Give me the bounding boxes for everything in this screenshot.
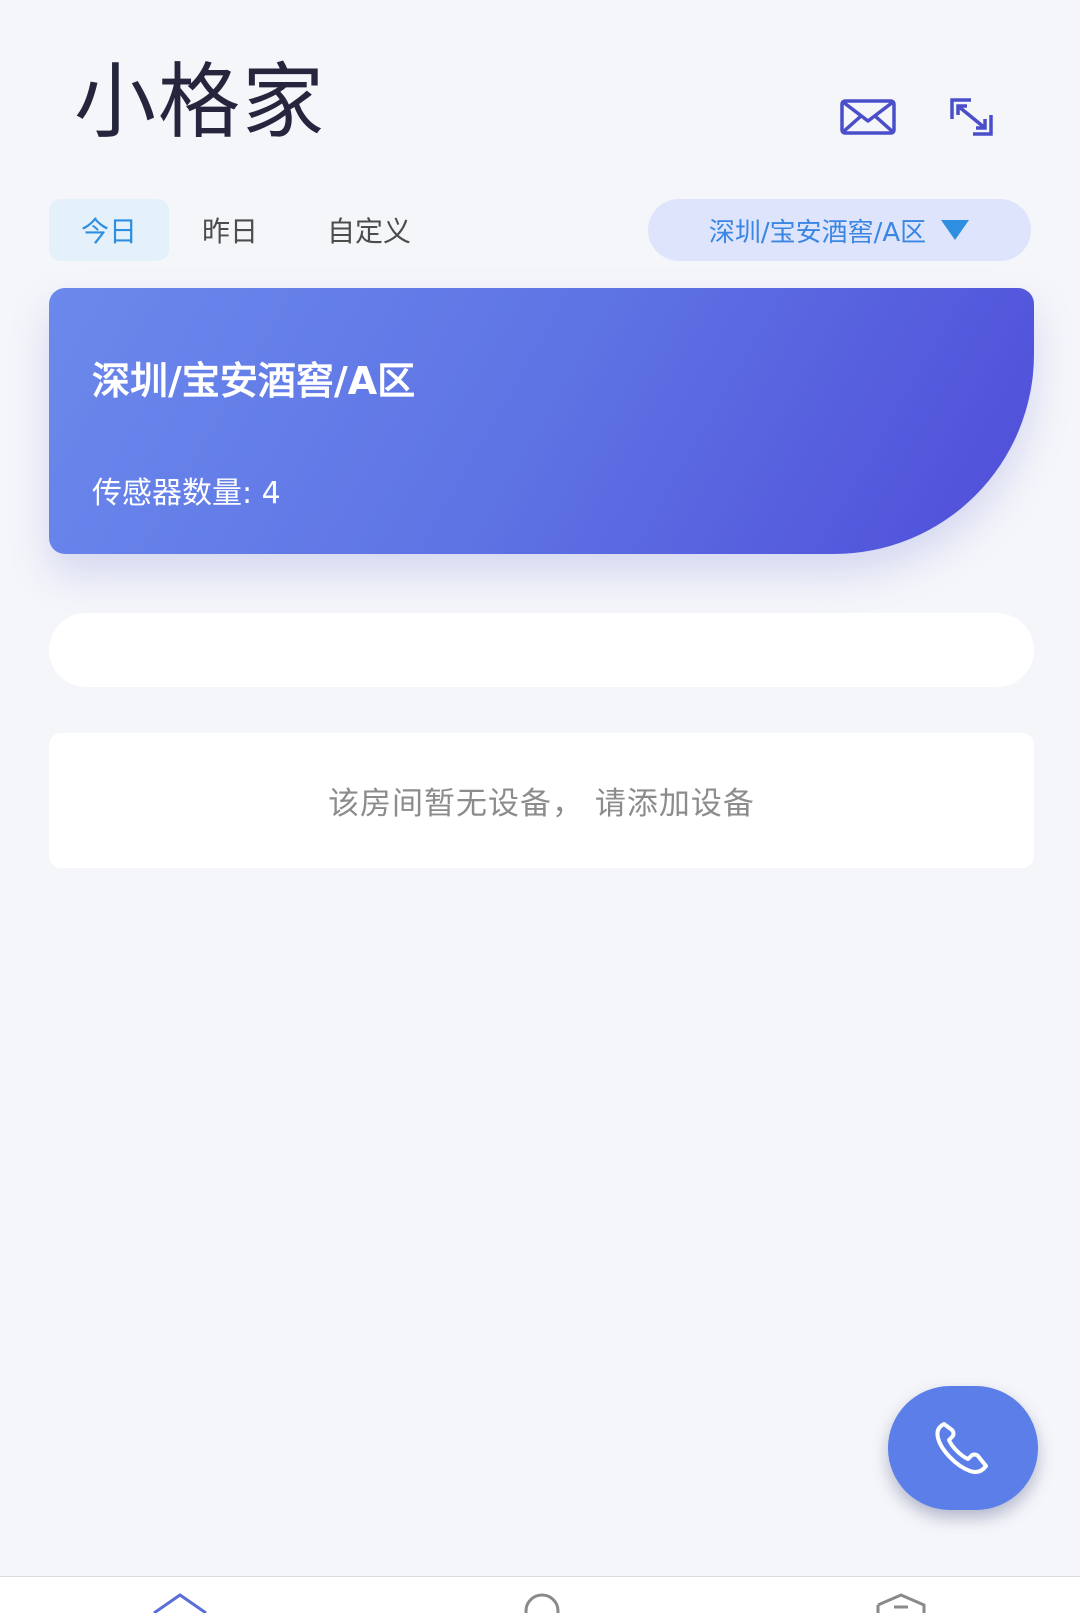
bottom-navigation xyxy=(0,1576,1080,1613)
banner-title: 深圳/宝安酒窖/A区 xyxy=(92,359,416,403)
location-dropdown-value: 深圳/宝安酒窖/A区 xyxy=(708,217,927,248)
app-title: 小格家 xyxy=(74,55,327,150)
location-banner: 深圳/宝安酒窖/A区 传感器数量: 4 xyxy=(49,288,1034,554)
location-dropdown[interactable]: 深圳/宝安酒窖/A区 xyxy=(648,199,1031,261)
home-icon[interactable] xyxy=(150,1591,210,1613)
mail-button[interactable] xyxy=(838,92,898,142)
home-screen: 小格家 今日 昨日 自定义 深圳/宝安酒窖/A区 深圳/宝安酒窖/A区 传感器数… xyxy=(0,0,1080,1613)
sensor-count-value: 4 xyxy=(261,476,281,511)
sensor-count-label: 传感器数量: xyxy=(92,476,253,511)
call-button[interactable] xyxy=(888,1386,1038,1510)
sensor-count-row: 传感器数量: 4 xyxy=(92,468,281,512)
expand-button[interactable] xyxy=(942,92,1002,142)
phone-icon xyxy=(935,1422,988,1475)
blank-bar xyxy=(49,613,1034,687)
mail-icon xyxy=(840,99,896,135)
tab-yesterday[interactable]: 昨日 xyxy=(170,199,290,261)
expand-icon xyxy=(950,98,993,136)
triangle-down-icon xyxy=(941,220,970,240)
tab-today[interactable]: 今日 xyxy=(49,199,169,261)
empty-device-text: 该房间暂无设备， 请添加设备 xyxy=(328,786,755,822)
shield-icon[interactable] xyxy=(874,1591,928,1613)
empty-device-notice: 该房间暂无设备， 请添加设备 xyxy=(49,733,1034,868)
profile-icon[interactable] xyxy=(520,1591,564,1613)
tab-custom[interactable]: 自定义 xyxy=(304,199,434,261)
